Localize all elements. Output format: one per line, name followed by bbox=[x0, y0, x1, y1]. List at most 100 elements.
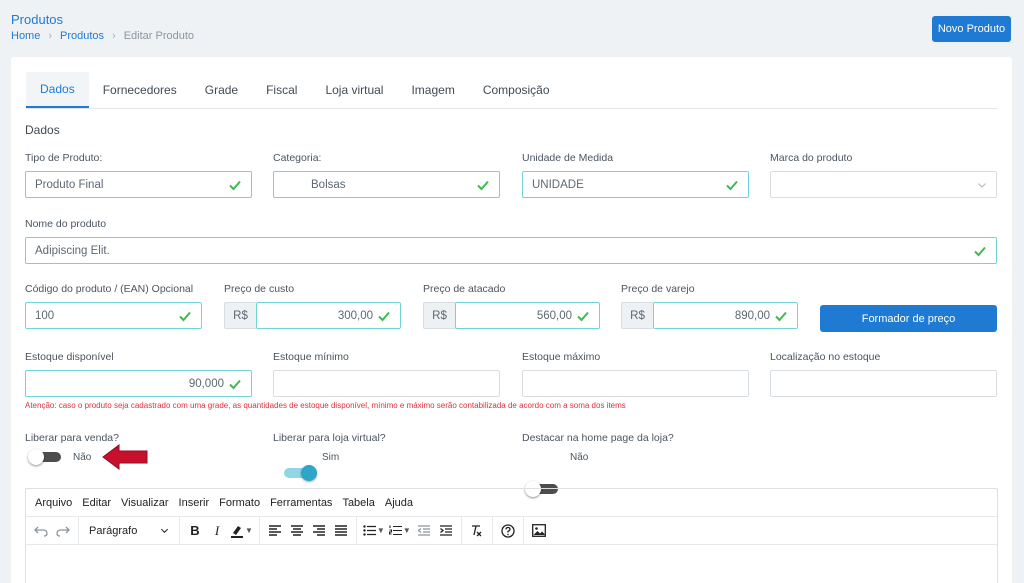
preco-atacado-value: 560,00 bbox=[536, 309, 572, 322]
preco-varejo-label: Preço de varejo bbox=[621, 283, 695, 295]
preco-custo-label: Preço de custo bbox=[224, 283, 295, 295]
stock-warning-text: Atenção: caso o produto seja cadastrado … bbox=[25, 401, 626, 410]
menu-ajuda[interactable]: Ajuda bbox=[385, 497, 413, 509]
categoria-select[interactable]: Bolsas bbox=[273, 171, 500, 198]
align-right-icon[interactable] bbox=[308, 520, 330, 542]
tab-composicao[interactable]: Composição bbox=[469, 72, 564, 108]
localizacao-label: Localização no estoque bbox=[770, 351, 881, 363]
highlight-color-icon[interactable]: ▼ bbox=[228, 520, 255, 542]
outdent-icon[interactable] bbox=[413, 520, 435, 542]
codigo-produto-input[interactable]: 100 bbox=[25, 302, 202, 329]
liberar-venda-toggle[interactable] bbox=[28, 449, 63, 465]
redo-icon[interactable] bbox=[52, 520, 74, 542]
menu-editar[interactable]: Editar bbox=[82, 497, 111, 509]
preco-custo-input[interactable]: 300,00 bbox=[256, 302, 401, 329]
nome-produto-input[interactable]: Adipiscing Elit. bbox=[25, 237, 997, 264]
help-icon[interactable] bbox=[497, 520, 519, 542]
numbered-list-icon[interactable]: ▼ bbox=[387, 520, 413, 542]
preco-varejo-currency: R$ bbox=[621, 302, 653, 329]
tipo-produto-label: Tipo de Produto: bbox=[25, 152, 103, 164]
codigo-produto-value: 100 bbox=[35, 309, 55, 322]
bullet-list-icon[interactable]: ▼ bbox=[361, 520, 387, 542]
tab-fornecedores[interactable]: Fornecedores bbox=[89, 72, 191, 108]
preco-atacado-currency: R$ bbox=[423, 302, 455, 329]
chevron-right-icon: › bbox=[48, 30, 53, 42]
bold-button[interactable]: B bbox=[184, 520, 206, 542]
menu-visualizar[interactable]: Visualizar bbox=[121, 497, 169, 509]
tab-loja-virtual[interactable]: Loja virtual bbox=[311, 72, 397, 108]
history-group bbox=[26, 517, 79, 544]
menu-formato[interactable]: Formato bbox=[219, 497, 260, 509]
preco-custo-value: 300,00 bbox=[337, 309, 373, 322]
editor-menubar: Arquivo Editar Visualizar Inserir Format… bbox=[26, 489, 997, 517]
menu-inserir[interactable]: Inserir bbox=[179, 497, 210, 509]
menu-arquivo[interactable]: Arquivo bbox=[35, 497, 72, 509]
align-left-icon[interactable] bbox=[264, 520, 286, 542]
estoque-disponivel-value: 90,000 bbox=[188, 377, 224, 390]
insert-image-icon[interactable] bbox=[528, 520, 550, 542]
help-group bbox=[493, 517, 524, 544]
tipo-produto-select[interactable]: Produto Final bbox=[25, 171, 252, 198]
tipo-produto-value: Produto Final bbox=[35, 178, 104, 191]
tab-bar: Dados Fornecedores Grade Fiscal Loja vir… bbox=[26, 72, 998, 109]
clear-formatting-icon[interactable] bbox=[466, 520, 488, 542]
block-format-select[interactable]: Parágrafo bbox=[83, 525, 175, 537]
check-icon bbox=[477, 180, 489, 190]
categoria-value: Bolsas bbox=[311, 178, 346, 191]
alignment-group bbox=[260, 517, 357, 544]
indent-icon[interactable] bbox=[435, 520, 457, 542]
block-format-group: Parágrafo bbox=[79, 517, 180, 544]
tab-grade[interactable]: Grade bbox=[191, 72, 252, 108]
new-product-button[interactable]: Novo Produto bbox=[932, 16, 1011, 42]
check-icon bbox=[577, 311, 589, 321]
breadcrumb-current: Editar Produto bbox=[123, 30, 195, 42]
menu-ferramentas[interactable]: Ferramentas bbox=[270, 497, 332, 509]
check-icon bbox=[229, 379, 241, 389]
pointer-arrow-icon bbox=[102, 444, 148, 470]
preco-atacado-label: Preço de atacado bbox=[423, 283, 506, 295]
block-format-value: Parágrafo bbox=[89, 524, 138, 537]
page-title: Produtos bbox=[11, 12, 64, 27]
nome-produto-label: Nome do produto bbox=[25, 218, 107, 230]
marca-select[interactable] bbox=[770, 171, 997, 198]
preco-varejo-input[interactable]: 890,00 bbox=[653, 302, 798, 329]
italic-button[interactable]: I bbox=[206, 520, 228, 542]
liberar-loja-state: Sim bbox=[322, 452, 340, 463]
check-icon bbox=[974, 246, 986, 256]
check-icon bbox=[775, 311, 787, 321]
liberar-venda-state: Não bbox=[73, 452, 92, 463]
estoque-maximo-input[interactable] bbox=[522, 370, 749, 397]
list-group: ▼ ▼ bbox=[357, 517, 462, 544]
estoque-minimo-label: Estoque mínimo bbox=[273, 351, 349, 363]
undo-icon[interactable] bbox=[30, 520, 52, 542]
align-justify-icon[interactable] bbox=[330, 520, 352, 542]
tab-dados[interactable]: Dados bbox=[26, 72, 89, 108]
clear-format-group bbox=[462, 517, 493, 544]
check-icon bbox=[726, 180, 738, 190]
estoque-minimo-input[interactable] bbox=[273, 370, 500, 397]
preco-atacado-input[interactable]: 560,00 bbox=[455, 302, 600, 329]
unidade-medida-label: Unidade de Medida bbox=[522, 152, 614, 164]
unidade-medida-select[interactable]: UNIDADE bbox=[522, 171, 749, 198]
section-title: Dados bbox=[25, 123, 60, 137]
preco-varejo-value: 890,00 bbox=[734, 309, 770, 322]
liberar-loja-toggle[interactable] bbox=[282, 465, 317, 481]
destacar-home-label: Destacar na home page da loja? bbox=[522, 432, 674, 444]
check-icon bbox=[378, 311, 390, 321]
estoque-disponivel-input[interactable]: 90,000 bbox=[25, 370, 252, 397]
localizacao-input[interactable] bbox=[770, 370, 997, 397]
menu-tabela[interactable]: Tabela bbox=[342, 497, 374, 509]
breadcrumb-home-link[interactable]: Home bbox=[11, 30, 40, 42]
tab-imagem[interactable]: Imagem bbox=[397, 72, 468, 108]
tab-fiscal[interactable]: Fiscal bbox=[252, 72, 311, 108]
rich-text-editor: Arquivo Editar Visualizar Inserir Format… bbox=[25, 488, 998, 583]
formador-preco-button[interactable]: Formador de preço bbox=[820, 305, 997, 332]
editor-toolbar: Parágrafo B I ▼ ▼ ▼ bbox=[26, 517, 997, 545]
align-center-icon[interactable] bbox=[286, 520, 308, 542]
codigo-produto-label: Código do produto / (EAN) Opcional bbox=[25, 283, 194, 295]
breadcrumb-produtos-link[interactable]: Produtos bbox=[60, 30, 104, 42]
destacar-home-state: Não bbox=[570, 452, 589, 463]
estoque-disponivel-label: Estoque disponível bbox=[25, 351, 114, 363]
text-style-group: B I ▼ bbox=[180, 517, 260, 544]
unidade-medida-value: UNIDADE bbox=[532, 178, 584, 191]
